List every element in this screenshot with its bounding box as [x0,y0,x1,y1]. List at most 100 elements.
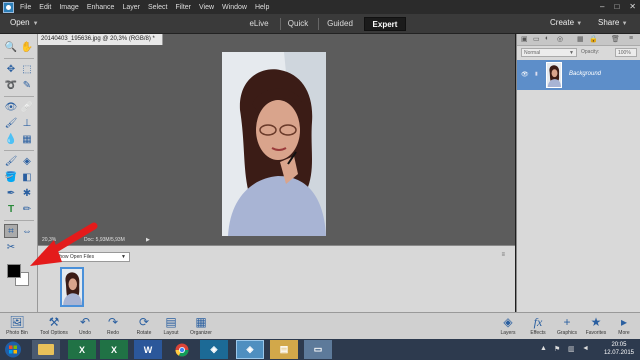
menu-edit[interactable]: Edit [39,4,51,11]
panel-menu-icon[interactable]: ≡ [629,35,633,42]
paint-bucket-tool-icon[interactable]: 🪣 [4,170,18,184]
effects-button[interactable]: fx Effects [526,315,550,336]
eyedropper-tool-icon[interactable]: ✒ [4,186,18,200]
tools-icon: ⚒ [48,315,60,329]
pencil-tool-icon[interactable]: ✏ [20,202,34,216]
document-size: Doc: 5,93M/5,93M [84,237,125,243]
tab-expert[interactable]: Expert [364,17,406,31]
open-button[interactable]: Open ▼ [10,18,39,27]
document-tab[interactable]: 20140403_195636.jpg @ 20,3% (RGB/8) * [38,34,163,45]
layer-mask-icon[interactable]: ◎ [557,35,563,43]
favorites-button[interactable]: ★ Favorites [582,315,610,336]
visibility-eye-icon[interactable]: 👁 [521,71,529,78]
taskbar-folder-icon[interactable] [32,340,60,359]
layer-thumbnail-image [547,63,561,87]
lock-all-icon[interactable]: 🔒 [589,35,598,43]
chrome-logo-icon [175,343,189,356]
open-label: Open [10,18,30,27]
taskbar-photo-viewer-icon[interactable]: ▭ [304,340,332,359]
recompose-tool-icon[interactable]: ⇔ [20,224,34,238]
photo-bin-menu-icon[interactable]: ≡ [501,252,505,258]
create-button[interactable]: Create ▼ [550,18,582,27]
tab-quick[interactable]: Quick [284,17,312,31]
clone-stamp-tool-icon[interactable]: ⊥ [20,116,34,130]
undo-button[interactable]: ↶ Undo [76,315,94,336]
eraser-tool-icon[interactable]: ◈ [20,154,34,168]
menu-window[interactable]: Window [222,4,247,11]
redo-button[interactable]: ↷ Redo [104,315,122,336]
taskbar-excel-2-icon[interactable]: X [100,340,128,359]
tray-flag-icon[interactable]: ⚑ [554,345,560,353]
layers-button[interactable]: ◈ Layers [496,315,520,336]
tool-options-button[interactable]: ⚒ Tool Options [34,315,74,336]
menu-layer[interactable]: Layer [122,4,140,11]
tool-options-button-label: Tool Options [40,330,68,336]
app-logo-icon[interactable] [3,1,14,13]
menu-help[interactable]: Help [255,4,269,11]
new-group-icon[interactable]: ▭ [533,35,540,43]
layers-panel: ▣ ▭ ◐ ◎ ▦ 🔒 🗑 ≡ Normal ▼ Opacity: 100% 👁… [516,34,640,312]
type-tool-icon[interactable]: T [4,202,18,216]
taskbar-stacked-windows-icon[interactable]: ▤ [270,340,298,359]
content-aware-move-tool-icon[interactable]: ✂ [4,240,18,254]
red-eye-tool-icon[interactable]: 👁 [4,100,18,114]
gradient-tool-icon[interactable]: ◧ [20,170,34,184]
quick-selection-tool-icon[interactable]: ✎ [20,78,34,92]
close-button[interactable]: ✕ [629,2,636,11]
photo-bin-source-select[interactable]: Show Open Files ▼ [52,252,130,262]
taskbar-elements-organizer-icon[interactable]: ◈ [200,340,228,359]
move-tool-icon[interactable]: ✥ [4,62,18,76]
graphics-button[interactable]: + Graphics [554,315,580,336]
adjustment-layer-icon[interactable]: ◐ [545,35,549,42]
zoom-tool-icon[interactable]: 🔍 [4,40,18,54]
foreground-color-swatch[interactable] [7,264,21,278]
minimize-button[interactable]: – [600,2,604,11]
system-clock[interactable]: 20:05 12.07.2015 [604,341,634,357]
tab-elive[interactable]: eLive [242,17,276,31]
effects-button-label: Effects [530,330,546,336]
menu-filter[interactable]: Filter [175,4,191,11]
hand-tool-icon[interactable]: ✋ [20,40,34,54]
taskbar-word-icon[interactable]: W [134,340,162,359]
menu-file[interactable]: File [20,4,31,11]
sponge-tool-icon[interactable]: ▦ [20,132,34,146]
marquee-tool-icon[interactable]: ⬚ [20,62,34,76]
photo-bin-button[interactable]: 🖼 Photo Bin [4,315,30,336]
new-layer-icon[interactable]: ▣ [521,35,528,43]
delete-layer-icon[interactable]: 🗑 [611,35,620,43]
custom-shape-tool-icon[interactable]: ✱ [20,186,34,200]
chevron-down-icon: ▼ [569,50,574,56]
more-button[interactable]: ▸ More [614,315,634,336]
menu-view[interactable]: View [199,4,214,11]
photo-canvas[interactable] [222,52,326,236]
tray-volume-icon[interactable]: ◄ [582,345,589,352]
share-button[interactable]: Share ▼ [598,18,628,27]
lasso-tool-icon[interactable]: ➰ [4,78,18,92]
blur-tool-icon[interactable]: 💧 [4,132,18,146]
layout-button[interactable]: ▤ Layout [160,315,182,336]
windows-start-icon[interactable] [4,341,22,358]
lock-transparent-icon[interactable]: ▦ [577,35,584,43]
opacity-field[interactable]: 100% [615,48,637,57]
menu-enhance[interactable]: Enhance [87,4,115,11]
brush-tool-icon[interactable]: 🖌 [4,154,18,168]
layer-row-background[interactable]: 👁 ▮ Background [517,60,640,90]
spot-healing-tool-icon[interactable]: 🩹 [20,100,34,114]
tray-expand-icon[interactable]: ▲ [540,345,547,352]
status-bar: 20,3% Doc: 5,93M/5,93M ▶ [38,236,515,245]
taskbar-photoshop-elements-icon[interactable]: ◈ [236,340,264,359]
menu-select[interactable]: Select [148,4,167,11]
photo-bin-thumbnail[interactable] [60,267,84,307]
taskbar-chrome-icon[interactable] [168,340,196,359]
tab-guided[interactable]: Guided [322,17,358,31]
maximize-button[interactable]: □ [614,2,619,11]
crop-tool-icon[interactable]: ⌗ [4,224,18,238]
smart-brush-tool-icon[interactable]: 🖌 [4,116,18,130]
organizer-button[interactable]: ▦ Organizer [186,315,216,336]
tray-network-icon[interactable]: ▥ [568,345,575,353]
taskbar-excel-1-icon[interactable]: X [68,340,96,359]
status-menu-arrow-icon[interactable]: ▶ [146,237,150,243]
rotate-button[interactable]: ⟳ Rotate [132,315,156,336]
blend-mode-select[interactable]: Normal ▼ [521,48,577,57]
menu-image[interactable]: Image [59,4,78,11]
